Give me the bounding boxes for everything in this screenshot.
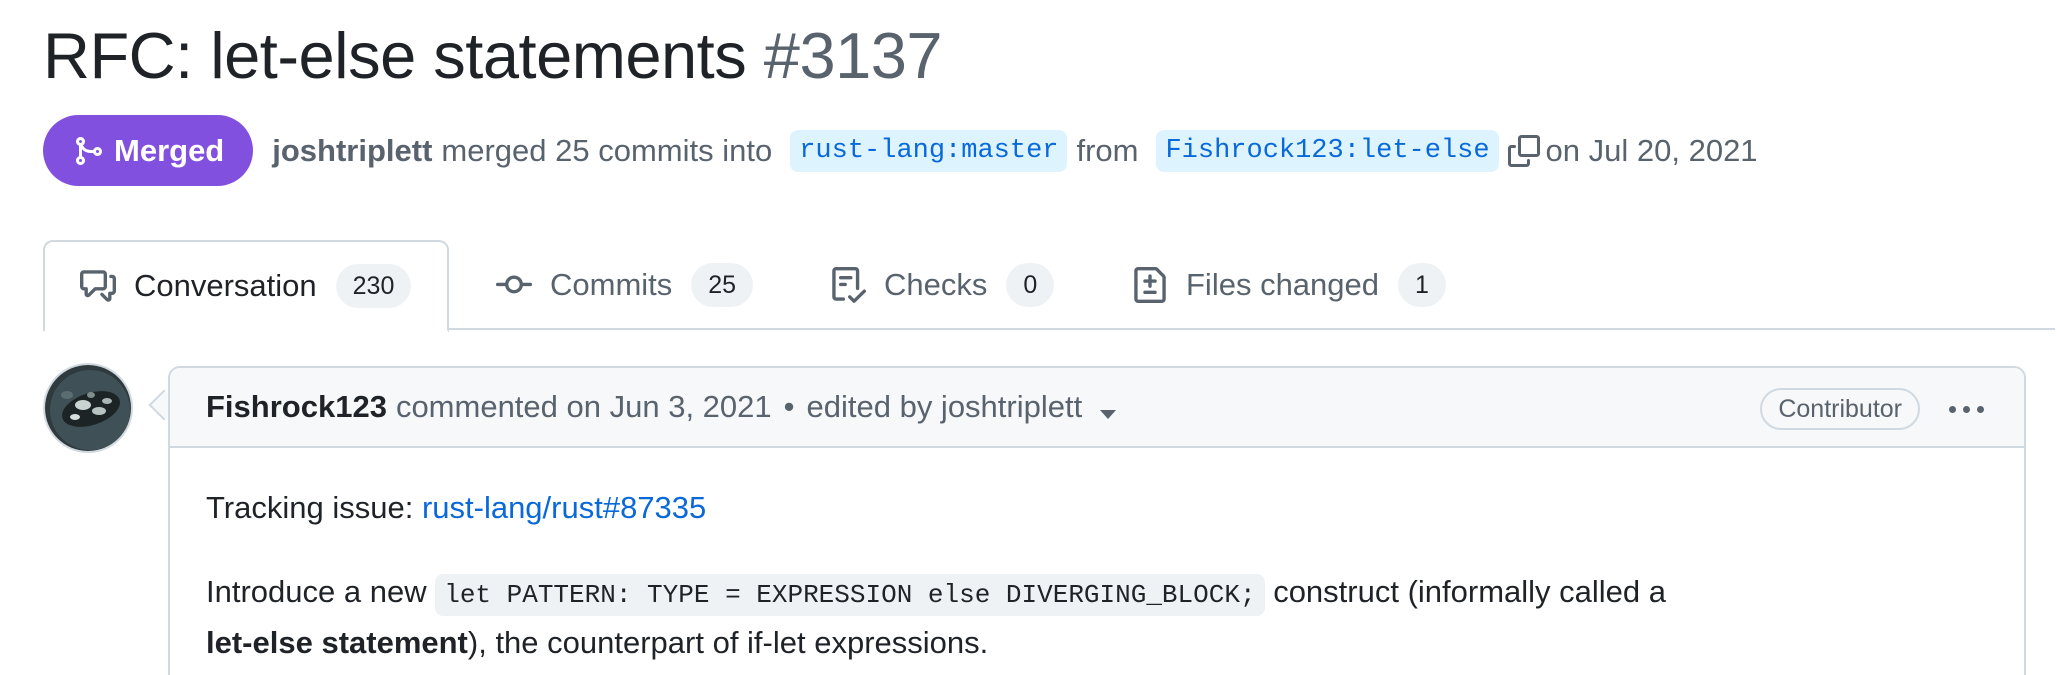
merged-commits-text: merged 25 commits into — [441, 132, 773, 168]
tracking-issue-paragraph: Tracking issue: rust-lang/rust#87335 — [206, 486, 1988, 530]
merged-status-label: Merged — [114, 132, 225, 168]
comment-header: Fishrock123 commented on Jun 3, 2021 • e… — [170, 368, 2024, 448]
tab-commits-counter: 25 — [691, 263, 754, 307]
pr-title: RFC: let-else statements — [43, 19, 747, 92]
copy-icon[interactable] — [1507, 134, 1540, 167]
page-title: RFC: let-else statements #3137 — [43, 14, 943, 98]
intro-paragraph: Introduce a new let PATTERN: TYPE = EXPR… — [206, 568, 1988, 667]
tab-commits-label: Commits — [550, 267, 673, 302]
comment-box: Fishrock123 commented on Jun 3, 2021 • e… — [168, 366, 2026, 675]
intro-text: Introduce a new — [206, 574, 427, 609]
comment-author-link[interactable]: Fishrock123 — [206, 389, 387, 425]
tab-conversation-counter: 230 — [335, 264, 412, 308]
comment-body: Tracking issue: rust-lang/rust#87335 Int… — [170, 448, 2024, 667]
tab-conversation[interactable]: Conversation 230 — [43, 240, 450, 332]
tracking-issue-label: Tracking issue: — [206, 490, 414, 525]
kebab-horizontal-icon[interactable] — [1949, 388, 1984, 430]
commented-timestamp[interactable]: commented on Jun 3, 2021 — [396, 389, 772, 425]
intro-mid-text: construct (informally called a — [1273, 574, 1667, 609]
edited-by-text: edited by joshtriplett — [806, 389, 1083, 424]
tab-checks-label: Checks — [884, 267, 988, 302]
header-separator: • — [783, 389, 795, 424]
merged-status-badge: Merged — [43, 115, 254, 186]
merger-author-link[interactable]: joshtriplett — [272, 133, 432, 169]
tab-commits[interactable]: Commits 25 — [496, 240, 754, 330]
tracking-issue-link[interactable]: rust-lang/rust#87335 — [422, 490, 706, 525]
pr-meta: Merged joshtriplett merged 25 commits in… — [43, 115, 1758, 186]
pr-number: #3137 — [763, 19, 943, 92]
base-branch-link[interactable]: rust-lang:master — [790, 129, 1068, 172]
checklist-icon — [830, 267, 866, 303]
let-else-bold: let-else statement — [206, 625, 468, 660]
file-diff-icon — [1132, 267, 1168, 303]
caret-down-icon — [1100, 410, 1117, 419]
tab-files-changed-label: Files changed — [1186, 267, 1380, 302]
tab-files-changed-counter: 1 — [1398, 263, 1446, 307]
comment-discussion-icon — [80, 268, 116, 304]
from-text: from — [1076, 132, 1139, 168]
tab-checks-counter: 0 — [1006, 263, 1055, 307]
tab-conversation-label: Conversation — [134, 268, 317, 303]
tab-files-changed[interactable]: Files changed 1 — [1132, 240, 1446, 330]
merge-date-text: on Jul 20, 2021 — [1545, 132, 1758, 168]
avatar[interactable] — [43, 363, 133, 453]
pr-tabs: Conversation 230 Commits 25 Checks 0 Fil… — [43, 240, 2055, 332]
git-commit-icon — [496, 267, 532, 303]
let-else-code: let PATTERN: TYPE = EXPRESSION else DIVE… — [435, 574, 1265, 616]
intro-end-text: ), the counterpart of if-let expressions… — [467, 625, 989, 660]
edited-by-dropdown[interactable]: edited by joshtriplett — [807, 389, 1117, 425]
git-merge-icon — [76, 136, 103, 165]
tab-checks[interactable]: Checks 0 — [830, 240, 1055, 330]
contributor-badge: Contributor — [1760, 388, 1920, 430]
head-branch-link[interactable]: Fishrock123:let-else — [1156, 129, 1499, 172]
